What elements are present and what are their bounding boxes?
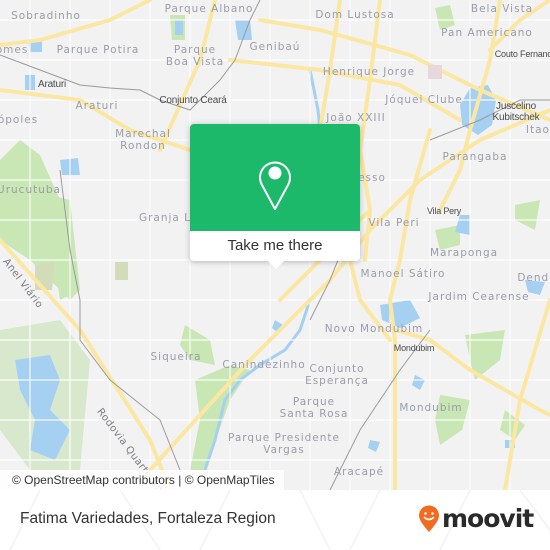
map-label-pan-americano: Pan Americano	[441, 27, 533, 39]
map-label-maraponga: Maraponga	[429, 247, 499, 259]
map-label-parque-potira: Parque Potira	[56, 44, 140, 56]
map-label-itaoca: Itaoca	[525, 124, 550, 136]
footer: Fatima Variedades, Fortaleza Region moov…	[0, 490, 550, 550]
map-label-parque-boa-vista: Boa Vista	[165, 56, 225, 68]
map-label-dom-lustosa: Dom Lustosa	[315, 9, 395, 21]
openstreetmap-link[interactable]: © OpenStreetMap contributors	[12, 473, 175, 487]
map-pin-icon	[259, 161, 291, 210]
take-me-there-button[interactable]: Take me there	[190, 231, 360, 261]
map-label-joquei-clube: Jóquei Clube	[385, 94, 463, 106]
map-label-parque-presidente-vargas: Vargas	[263, 444, 305, 456]
map-label-progresso: esso	[358, 172, 386, 184]
attribution-separator: |	[174, 473, 185, 487]
lake-water	[412, 375, 425, 390]
map-label-novo-mondubim: Novo Mondubim	[324, 323, 424, 335]
map-label-conjunto-esperanca: Esperança	[305, 375, 369, 387]
park-area	[35, 262, 55, 290]
map-label-mondubim: Mondubim	[399, 402, 463, 414]
map-label-bela-vista: Bela Vista	[470, 3, 534, 15]
popup-header	[190, 124, 360, 231]
destination-popup: Take me there	[190, 124, 360, 269]
map-label-marechal-rondon: Rondon	[120, 140, 166, 152]
openmaptiles-link[interactable]: © OpenMapTiles	[185, 473, 275, 487]
park-area	[115, 262, 128, 280]
map-label-henrique-jorge: Henrique Jorge	[322, 66, 416, 78]
lake-water	[455, 215, 470, 235]
map-label-parque-albano: Parque Albano	[164, 3, 254, 15]
map-label-aracape: Aracapé	[333, 466, 385, 478]
map-label-juscelino-kubitschek: Kubitschek	[492, 112, 540, 123]
map-label-araturi: Araturi	[75, 100, 119, 112]
moovit-wordmark: moovit	[442, 504, 534, 533]
park-area	[515, 200, 540, 230]
map-label-gomes: omes	[0, 44, 29, 56]
lake-water	[368, 440, 380, 452]
map-label-vila-pery: Vila Pery	[426, 206, 462, 216]
map-label-polis: ópoles	[0, 114, 39, 126]
popup-pointer	[268, 261, 284, 269]
map-label-manoel-satiro: Manoel Sátiro	[360, 268, 446, 280]
map-label-dende: Dendê	[517, 272, 550, 284]
map-label-granja-lisboa: Granja L	[138, 212, 192, 224]
location-title: Fatima Variedades, Fortaleza Region	[20, 510, 276, 527]
map-label-genibau: Genibaú	[249, 41, 301, 53]
map-label-siqueira: Siqueira	[150, 351, 202, 363]
map-label-parque-santa-rosa: Santa Rosa	[279, 408, 349, 420]
map-label-urucutuba: Urucutuba	[0, 184, 61, 196]
map-label-parangaba: Parangaba	[442, 151, 508, 163]
map-label-mondubim-station: Mondubim	[393, 343, 435, 353]
map-label-jardim-cearense: Jardim Cearense	[428, 291, 530, 303]
map-label-sobradinho: Sobradinho	[11, 10, 81, 22]
map-label-couto-fernandes: Couto Fernandes	[494, 49, 550, 59]
map-label-araturi-station: Araturi	[37, 79, 67, 90]
moovit-pin-icon	[419, 505, 439, 532]
lake-water	[175, 20, 183, 35]
building-block	[428, 65, 442, 79]
map-label-vila-peri: Vila Peri	[368, 217, 420, 229]
map-label-conjunto-ceara: Conjunto Ceará	[159, 95, 227, 106]
moovit-logo[interactable]: moovit	[418, 504, 534, 534]
map[interactable]: Sobradinho Parque Albano Dom Lustosa Bel…	[0, 0, 550, 490]
map-attribution: © OpenStreetMap contributors | © OpenMap…	[0, 470, 285, 490]
map-label-canindezinho: Canindezinho	[222, 359, 306, 371]
